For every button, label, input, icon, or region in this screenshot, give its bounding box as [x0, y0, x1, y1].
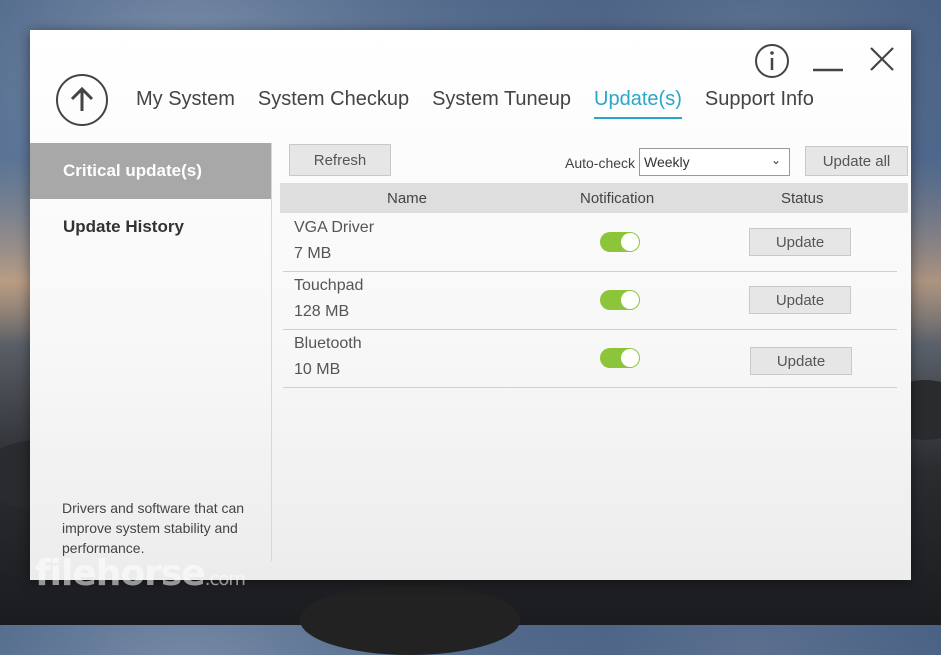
header-notification: Notification	[580, 190, 655, 207]
notification-toggle[interactable]	[600, 232, 640, 252]
autocheck-label: Auto-check	[565, 155, 636, 171]
close-icon[interactable]	[866, 42, 898, 76]
row-size: 128 MB	[294, 303, 350, 320]
arrow-up-icon	[56, 74, 108, 126]
toggle-knob	[621, 291, 639, 309]
row-name: Bluetooth	[294, 335, 362, 352]
minimize-icon[interactable]	[810, 42, 846, 80]
tab-support-info[interactable]: Support Info	[705, 88, 814, 119]
table-row: VGA Driver 7 MB Update	[283, 213, 897, 272]
notification-toggle[interactable]	[600, 348, 640, 368]
tab-updates[interactable]: Update(s)	[594, 88, 682, 119]
filehorse-watermark: filehorse.com	[35, 553, 246, 594]
update-button[interactable]: Update	[749, 228, 851, 256]
main-tabs: My System System Checkup System Tuneup U…	[136, 88, 837, 119]
update-all-button[interactable]: Update all	[805, 146, 908, 176]
autocheck-value: Weekly	[644, 154, 690, 170]
table-row: Bluetooth 10 MB Update	[283, 329, 897, 388]
info-icon[interactable]	[753, 42, 791, 80]
background-rock	[300, 585, 520, 655]
row-name: VGA Driver	[294, 219, 375, 236]
sidebar: Critical update(s) Update History Driver…	[30, 143, 272, 561]
row-name: Touchpad	[294, 277, 364, 294]
table-header: Name Notification Status	[280, 183, 908, 213]
notification-toggle[interactable]	[600, 290, 640, 310]
autocheck-select[interactable]: Weekly ⌄	[639, 148, 790, 176]
header-name: Name	[387, 190, 428, 207]
toggle-knob	[621, 349, 639, 367]
update-button[interactable]: Update	[749, 286, 851, 314]
tab-my-system[interactable]: My System	[136, 88, 235, 119]
header-status: Status	[781, 190, 824, 207]
chevron-down-icon: ⌄	[770, 153, 781, 167]
update-button[interactable]: Update	[750, 347, 852, 375]
row-size: 10 MB	[294, 361, 341, 378]
tab-system-checkup[interactable]: System Checkup	[258, 88, 409, 119]
app-window: My System System Checkup System Tuneup U…	[30, 30, 911, 580]
tab-system-tuneup[interactable]: System Tuneup	[432, 88, 571, 119]
row-size: 7 MB	[294, 245, 332, 262]
table-row: Touchpad 128 MB Update	[283, 271, 897, 330]
sidebar-description: Drivers and software that can improve sy…	[62, 500, 245, 556]
sidebar-item-update-history[interactable]: Update History	[30, 199, 271, 255]
refresh-button[interactable]: Refresh	[289, 144, 391, 176]
sidebar-item-critical-updates[interactable]: Critical update(s)	[30, 143, 271, 199]
toggle-knob	[621, 233, 639, 251]
